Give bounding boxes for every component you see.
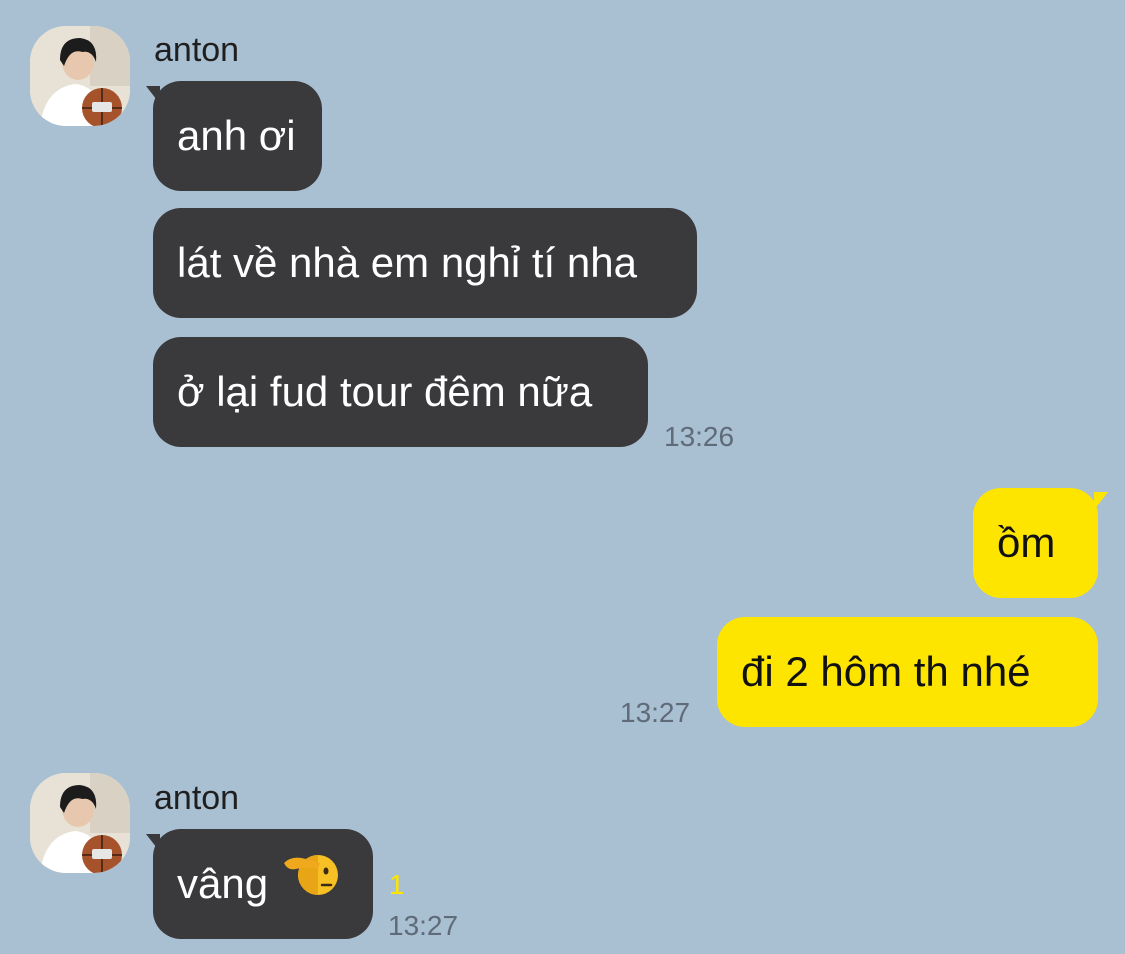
avatar[interactable]: [30, 773, 130, 873]
sender-name: anton: [154, 31, 240, 69]
message-text: vâng: [177, 860, 269, 907]
avatar-photo-icon: [30, 773, 130, 873]
unread-count-badge: 1: [389, 869, 405, 900]
saluting-face-icon: [282, 828, 339, 938]
avatar-photo-icon: [30, 26, 130, 126]
incoming-message-bubble[interactable]: anh ơi: [153, 81, 322, 191]
chat-thread[interactable]: anton anh ơi lát về nhà em nghỉ tí nha ở…: [0, 0, 1125, 954]
message-timestamp: 13:26: [664, 421, 735, 452]
message-timestamp: 13:27: [388, 910, 459, 941]
outgoing-message-bubble[interactable]: đi 2 hôm th nhé: [717, 617, 1098, 727]
sender-name: anton: [154, 779, 240, 817]
message-timestamp: 13:27: [620, 697, 691, 728]
outgoing-message-bubble[interactable]: ồm: [973, 488, 1098, 598]
incoming-message-bubble[interactable]: lát về nhà em nghỉ tí nha: [153, 208, 697, 318]
avatar[interactable]: [30, 26, 130, 126]
incoming-message-bubble[interactable]: ở lại fud tour đêm nữa: [153, 337, 648, 447]
incoming-message-bubble[interactable]: vâng: [153, 829, 373, 939]
